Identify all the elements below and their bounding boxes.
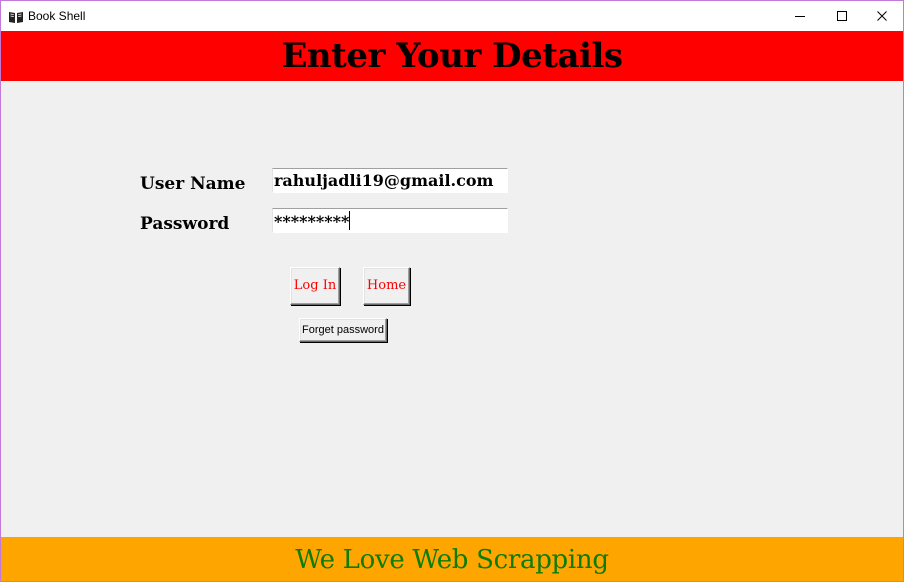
header-banner: Enter Your Details — [1, 31, 903, 81]
username-value: rahuljadli19@gmail.com — [274, 171, 494, 190]
home-button[interactable]: Home — [363, 267, 410, 305]
login-button[interactable]: Log In — [290, 267, 340, 305]
username-field[interactable]: rahuljadli19@gmail.com — [272, 168, 508, 193]
minimize-button[interactable] — [777, 1, 823, 31]
app-window: Book Shell Enter Your Details User Name … — [0, 0, 904, 582]
text-cursor — [349, 211, 351, 230]
username-label: User Name — [140, 174, 246, 194]
page-title: Enter Your Details — [281, 36, 623, 76]
footer-text: We Love Web Scrapping — [295, 545, 609, 575]
title-bar[interactable]: Book Shell — [1, 1, 903, 31]
password-field[interactable]: ********* — [272, 208, 508, 233]
close-icon — [876, 7, 888, 26]
footer-banner: We Love Web Scrapping — [1, 537, 903, 581]
forget-password-button[interactable]: Forget password — [299, 318, 387, 342]
window-title: Book Shell — [28, 9, 86, 23]
password-label: Password — [140, 214, 230, 234]
password-value: ********* — [274, 212, 350, 231]
minimize-icon — [794, 7, 806, 26]
open-book-icon — [8, 9, 24, 23]
maximize-icon — [836, 7, 848, 26]
close-button[interactable] — [859, 1, 903, 31]
